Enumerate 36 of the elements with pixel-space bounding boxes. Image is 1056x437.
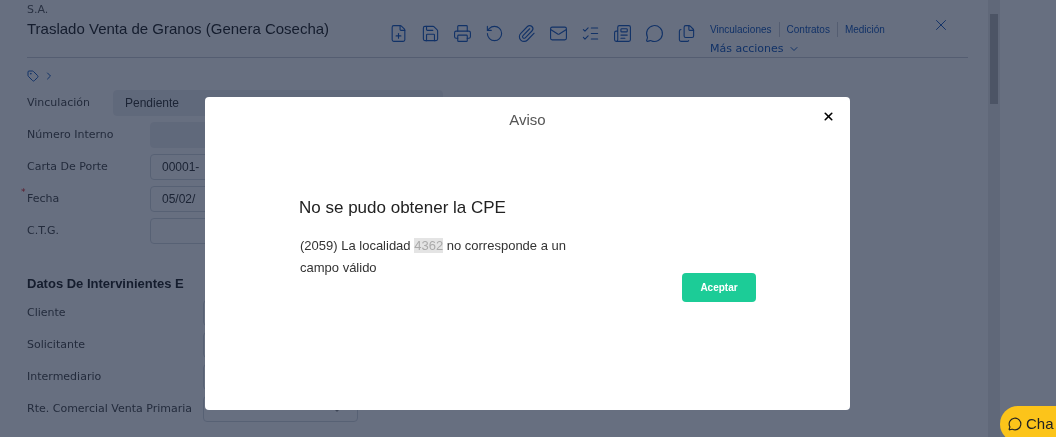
comment-icon[interactable] (645, 24, 664, 43)
mail-icon[interactable] (549, 24, 568, 43)
dialog-heading: No se pudo obtener la CPE (299, 197, 507, 219)
toolbar-link[interactable]: Contratos (778, 22, 837, 37)
field-label: Número Interno (27, 126, 114, 143)
toolbar-link[interactable]: Vinculaciones (710, 22, 779, 37)
checklist-icon[interactable] (581, 24, 600, 43)
field-label: Intermediario (27, 370, 103, 383)
field-label: Carta De Porte (27, 158, 108, 175)
attachment-icon[interactable] (517, 24, 536, 43)
document-icon[interactable] (613, 24, 632, 43)
chat-button[interactable]: Cha (1000, 406, 1056, 437)
dialog-title: Aviso (509, 109, 546, 130)
page-title: Traslado Venta de Granos (Genera Cosecha) (27, 19, 331, 39)
field-label: Vinculación (27, 94, 90, 111)
print-icon[interactable] (453, 24, 472, 43)
field-label: Rte. Comercial Venta Primaria (27, 402, 194, 415)
toolbar-link[interactable]: Medición (836, 22, 892, 37)
history-icon[interactable] (485, 24, 504, 43)
dialog-message: (2059) La localidad 4362 no corresponde a un campo válido (300, 236, 567, 277)
field-label: Solicitante (27, 338, 87, 351)
accept-button[interactable]: Aceptar (682, 272, 756, 302)
field-label: Cliente (27, 306, 67, 319)
tag-icon[interactable] (27, 70, 39, 82)
scrollbar[interactable] (988, 0, 1000, 437)
section-title: Datos De Intervinientes E (27, 275, 184, 293)
chat-icon (1008, 417, 1022, 431)
required-mark: * (21, 187, 26, 197)
close-icon[interactable] (822, 110, 835, 123)
more-actions-button[interactable]: Más acciones (710, 41, 892, 58)
field-label: C.T.G. (27, 222, 60, 239)
save-icon[interactable] (421, 24, 440, 43)
copy-icon[interactable] (677, 24, 696, 43)
file-plus-icon[interactable] (389, 24, 408, 43)
field-label: Fecha (27, 190, 60, 207)
company-name: S.A. (27, 4, 50, 15)
